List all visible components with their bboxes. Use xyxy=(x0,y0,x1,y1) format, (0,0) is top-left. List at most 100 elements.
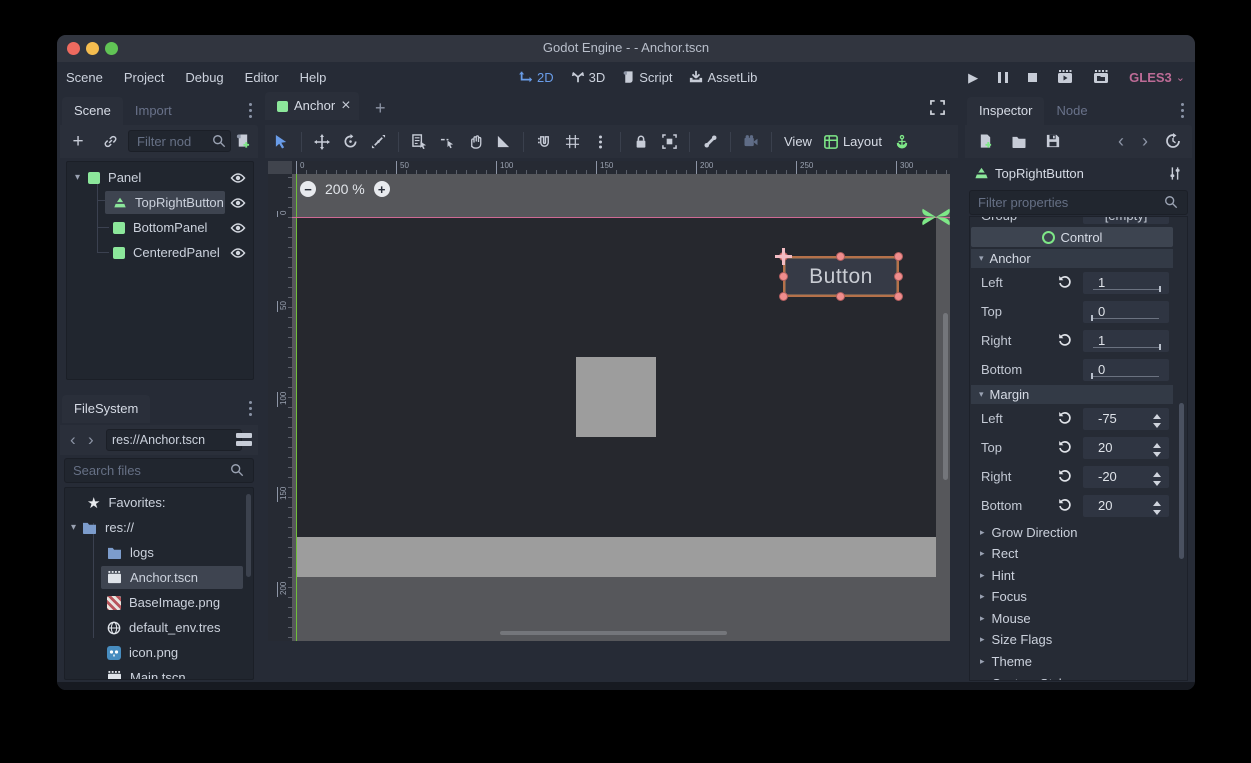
menu-scene[interactable]: Scene xyxy=(66,70,103,85)
tab-scene[interactable]: Scene xyxy=(62,97,123,125)
visibility-eye-icon[interactable] xyxy=(230,220,246,236)
fs-row-main-tscn[interactable]: Main.tscn xyxy=(65,665,253,680)
fs-row-anchor-tscn[interactable]: Anchor.tscn xyxy=(65,565,253,590)
section-mouse[interactable]: Mouse xyxy=(971,608,1173,629)
distraction-free-icon[interactable] xyxy=(930,100,946,116)
fs-row-default-env[interactable]: default_env.tres xyxy=(65,615,253,640)
spinbox-arrows-icon[interactable] xyxy=(1153,472,1162,486)
revert-icon[interactable] xyxy=(1057,410,1075,428)
anchor-gizmo-icon[interactable] xyxy=(918,199,950,235)
select-tool-button[interactable] xyxy=(269,130,293,154)
mode-2d-button[interactable]: 2D xyxy=(519,70,554,85)
tree-row-toprightbutton[interactable]: TopRightButton xyxy=(67,190,253,215)
zoom-out-button[interactable]: − xyxy=(300,181,316,197)
renderer-dropdown[interactable]: GLES3 ⌄ xyxy=(1129,70,1185,85)
class-header-control[interactable]: Control xyxy=(971,227,1173,247)
resize-handle[interactable] xyxy=(779,272,788,281)
spinbox-arrows-icon[interactable] xyxy=(1153,443,1162,457)
rotate-tool-button[interactable] xyxy=(338,130,362,154)
close-icon[interactable] xyxy=(341,92,350,120)
view-menu[interactable]: View xyxy=(784,134,812,149)
filesystem-dock-menu-icon[interactable] xyxy=(249,401,253,417)
selected-button-node[interactable]: Button xyxy=(783,256,899,297)
section-anchor[interactable]: Anchor xyxy=(971,249,1173,268)
new-scene-tab-button[interactable]: + xyxy=(375,98,386,119)
section-theme[interactable]: Theme xyxy=(971,651,1173,672)
spinbox-arrows-icon[interactable] xyxy=(1153,414,1162,428)
margin-bottom-field[interactable]: 20 xyxy=(1083,495,1169,517)
menu-debug[interactable]: Debug xyxy=(185,70,223,85)
revert-icon[interactable] xyxy=(1057,439,1075,457)
section-custom-styles[interactable]: Custom Styles xyxy=(971,673,1173,681)
margin-left-field[interactable]: -75 xyxy=(1083,408,1169,430)
group-object-icon[interactable] xyxy=(657,130,681,154)
history-back-icon[interactable]: ‹ xyxy=(1111,131,1131,151)
group-value-button[interactable]: [empty] xyxy=(1083,216,1169,224)
tab-inspector[interactable]: Inspector xyxy=(967,97,1044,125)
add-node-button[interactable] xyxy=(68,131,88,151)
split-view-icon[interactable] xyxy=(236,432,252,446)
smart-snap-icon[interactable] xyxy=(532,130,556,154)
list-select-tool-button[interactable] xyxy=(407,130,431,154)
play-scene-button[interactable] xyxy=(1057,70,1073,84)
mode-3d-button[interactable]: 3D xyxy=(571,70,606,85)
camera-override-icon[interactable] xyxy=(739,130,763,154)
tree-row-bottompanel[interactable]: BottomPanel xyxy=(67,215,253,240)
canvas-horizontal-scrollbar[interactable] xyxy=(500,631,727,635)
section-rect[interactable]: Rect xyxy=(971,543,1173,564)
resize-handle[interactable] xyxy=(894,252,903,261)
section-margin[interactable]: Margin xyxy=(971,385,1173,404)
mode-assetlib-button[interactable]: AssetLib xyxy=(689,70,757,85)
resize-handle[interactable] xyxy=(836,252,845,261)
pivot-tool-button[interactable] xyxy=(435,130,459,154)
scale-tool-button[interactable] xyxy=(366,130,390,154)
instance-scene-button[interactable] xyxy=(100,131,120,151)
fs-row-res[interactable]: res:// xyxy=(65,515,253,540)
snap-options-icon[interactable] xyxy=(588,130,612,154)
section-grow-direction[interactable]: Grow Direction xyxy=(971,522,1173,543)
spinbox-arrows-icon[interactable] xyxy=(1153,501,1162,515)
object-properties-tools-icon[interactable] xyxy=(1168,166,1182,181)
tab-anchor-scene[interactable]: Anchor xyxy=(265,92,359,120)
canvas-vertical-scrollbar[interactable] xyxy=(943,313,948,480)
anchor-left-field[interactable]: 1 xyxy=(1083,272,1169,294)
fs-row-icon-png[interactable]: icon.png xyxy=(65,640,253,665)
pan-tool-button[interactable] xyxy=(463,130,487,154)
menu-project[interactable]: Project xyxy=(124,70,164,85)
load-resource-button[interactable] xyxy=(1009,131,1029,151)
search-files-input[interactable] xyxy=(64,458,254,483)
resize-handle[interactable] xyxy=(894,292,903,301)
new-resource-button[interactable] xyxy=(975,131,995,151)
grid-snap-icon[interactable] xyxy=(560,130,584,154)
skeleton-bone-icon[interactable] xyxy=(698,130,722,154)
collapse-icon[interactable] xyxy=(71,522,76,533)
revert-icon[interactable] xyxy=(1057,274,1075,292)
anchor-top-field[interactable]: 0 xyxy=(1083,301,1169,323)
back-icon[interactable]: ‹ xyxy=(70,431,76,448)
ruler-tool-button[interactable] xyxy=(491,130,515,154)
layout-menu[interactable]: Layout xyxy=(824,134,882,149)
tree-row-centeredpanel[interactable]: CenteredPanel xyxy=(67,240,253,265)
save-button[interactable] xyxy=(1043,131,1063,151)
collapse-icon[interactable] xyxy=(75,172,80,183)
section-size-flags[interactable]: Size Flags xyxy=(971,629,1173,650)
tab-filesystem[interactable]: FileSystem xyxy=(62,395,150,423)
zoom-in-button[interactable]: + xyxy=(374,181,390,197)
visibility-eye-icon[interactable] xyxy=(230,245,246,261)
2d-canvas[interactable]: Button xyxy=(292,174,950,641)
history-forward-icon[interactable]: › xyxy=(1135,131,1155,151)
scene-dock-menu-icon[interactable] xyxy=(249,103,253,119)
lock-object-icon[interactable] xyxy=(629,130,653,154)
forward-icon[interactable]: › xyxy=(88,431,94,448)
tab-import[interactable]: Import xyxy=(123,97,184,125)
pause-button[interactable] xyxy=(998,72,1008,83)
tab-node[interactable]: Node xyxy=(1044,97,1099,125)
move-tool-button[interactable] xyxy=(310,130,334,154)
mode-script-button[interactable]: Script xyxy=(622,70,672,85)
anchor-bottom-field[interactable]: 0 xyxy=(1083,359,1169,381)
visibility-eye-icon[interactable] xyxy=(230,170,246,186)
title-bar[interactable]: Godot Engine - - Anchor.tscn xyxy=(57,35,1195,62)
stop-button[interactable] xyxy=(1028,73,1037,82)
revert-icon[interactable] xyxy=(1057,332,1075,350)
anchor-mode-icon[interactable] xyxy=(890,130,914,154)
